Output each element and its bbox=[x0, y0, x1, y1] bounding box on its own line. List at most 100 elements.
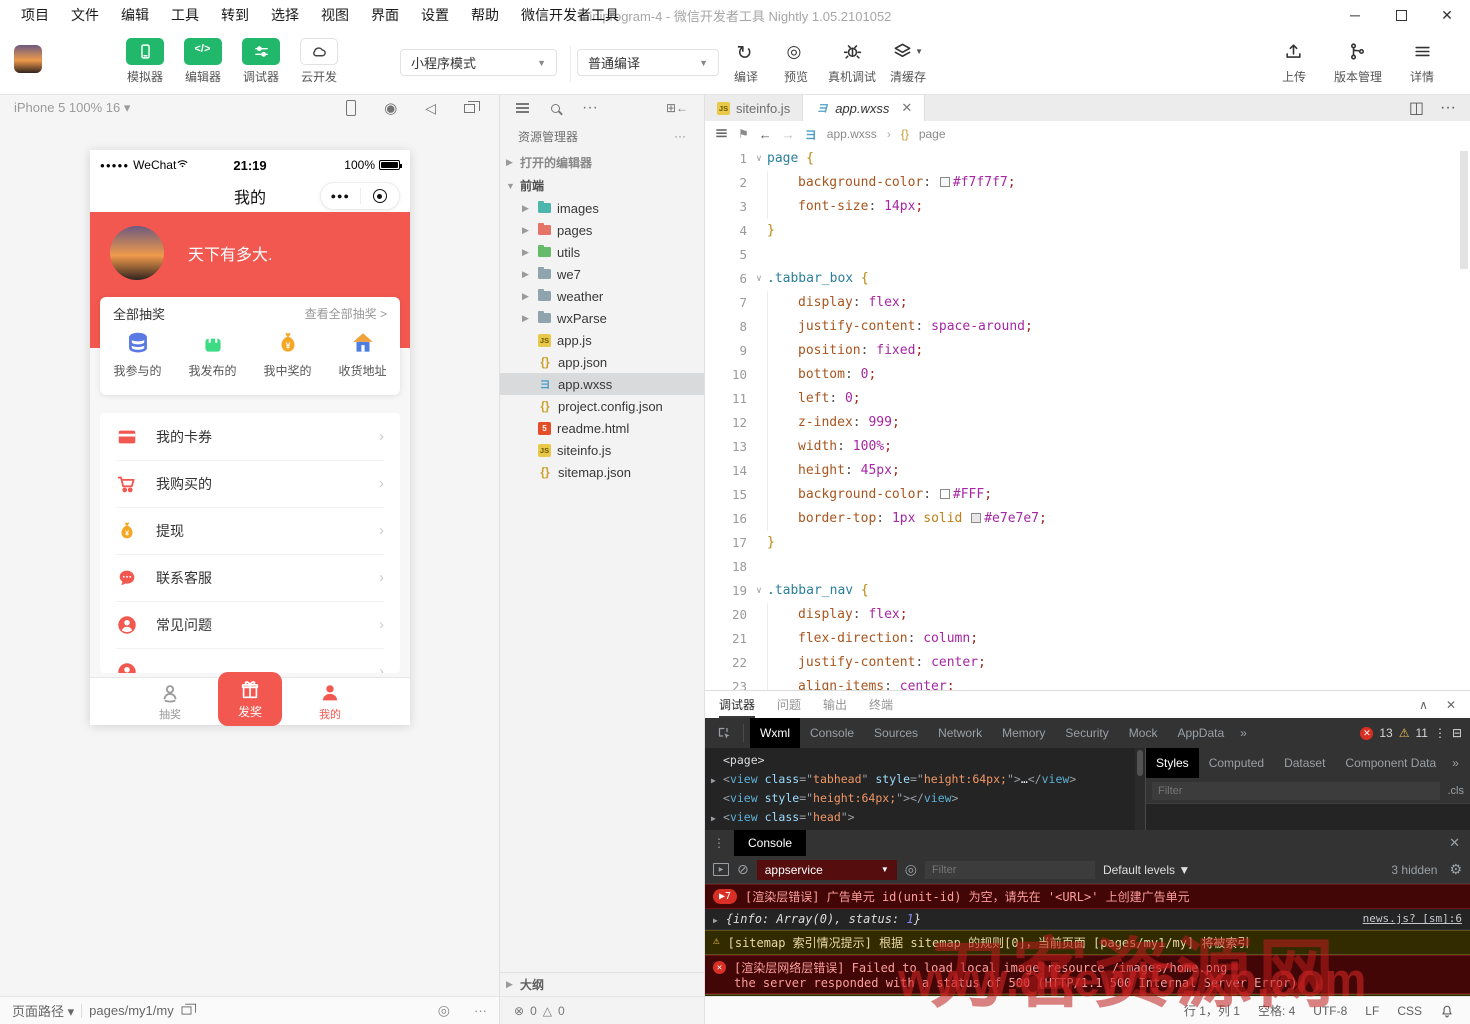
toolbar-action-编译[interactable]: ↻编译 bbox=[724, 38, 768, 85]
menu-5[interactable]: 选择 bbox=[262, 3, 308, 27]
menu-item-常见问题[interactable]: 常见问题› bbox=[100, 601, 400, 648]
project-root-section[interactable]: ▼ 前端 bbox=[500, 174, 704, 197]
avatar[interactable] bbox=[110, 226, 164, 280]
multi-window-icon[interactable] bbox=[464, 104, 475, 113]
file-readme.html[interactable]: 5readme.html bbox=[500, 417, 704, 439]
status-item[interactable]: 行 1，列 1 bbox=[1184, 1002, 1240, 1019]
live-expression-icon[interactable]: ◎ bbox=[905, 861, 917, 878]
cls-toggle[interactable]: .cls bbox=[1448, 785, 1465, 797]
file-app.js[interactable]: JSapp.js bbox=[500, 329, 704, 351]
status-item[interactable]: 空格: 4 bbox=[1258, 1002, 1295, 1019]
menu-4[interactable]: 转到 bbox=[212, 3, 258, 27]
file-sitemap.json[interactable]: {}sitemap.json bbox=[500, 461, 704, 483]
log-levels-dropdown[interactable]: Default levels ▼ bbox=[1103, 863, 1190, 877]
bell-icon[interactable] bbox=[1440, 1004, 1454, 1018]
compile-dropdown[interactable]: 普通编译 ▼ bbox=[577, 49, 719, 76]
debugger-tab-输出[interactable]: 输出 bbox=[823, 691, 847, 718]
split-editor-icon[interactable]: ◫ bbox=[1409, 98, 1424, 118]
more-icon[interactable]: ··· bbox=[1440, 99, 1456, 117]
debugger-tab-终端[interactable]: 终端 bbox=[869, 691, 893, 718]
console-sidebar-icon[interactable]: ▶ bbox=[713, 863, 729, 876]
gear-icon[interactable]: ⚙ bbox=[1449, 861, 1462, 878]
dock-side-icon[interactable]: ⊟ bbox=[1452, 726, 1462, 740]
styles-tab-Computed[interactable]: Computed bbox=[1199, 748, 1274, 778]
styles-tab-Styles[interactable]: Styles bbox=[1146, 748, 1199, 778]
more-menu-icon[interactable]: ●●● bbox=[321, 191, 360, 201]
console-error[interactable]: ▶7[渲染层错误] 广告单元 id(unit-id) 为空，请先在 '<URL>… bbox=[705, 884, 1470, 909]
wxml-tree[interactable]: <page>▶<view class="tabhead" style="heig… bbox=[705, 748, 1135, 830]
source-link[interactable]: news.js? [sm]:6 bbox=[1363, 912, 1462, 925]
close-button[interactable]: ✕ bbox=[1424, 0, 1470, 30]
file-pages[interactable]: ▶pages bbox=[500, 219, 704, 241]
toolbar-action-清缓存[interactable]: ▼清缓存 bbox=[886, 38, 930, 85]
devtools-tab-Security[interactable]: Security bbox=[1055, 718, 1118, 748]
devtools-tab-AppData[interactable]: AppData bbox=[1167, 718, 1234, 748]
kebab-icon[interactable]: ⋮ bbox=[1434, 726, 1446, 740]
toolbar-button-编辑器[interactable]: </>编辑器 bbox=[180, 38, 226, 85]
context-selector[interactable]: appservice▼ bbox=[757, 860, 897, 880]
styles-tab-Component Data[interactable]: Component Data bbox=[1335, 748, 1446, 778]
menu-item-提现[interactable]: ¥提现› bbox=[100, 507, 400, 554]
search-icon[interactable] bbox=[551, 104, 560, 113]
more-tabs-icon[interactable]: » bbox=[1234, 726, 1253, 740]
forward-icon[interactable]: → bbox=[782, 127, 795, 142]
menu-item-我购买的[interactable]: 我购买的› bbox=[100, 460, 400, 507]
menu-10[interactable]: 微信开发者工具 bbox=[512, 3, 628, 27]
maximize-button[interactable] bbox=[1378, 0, 1424, 30]
collapse-icon[interactable]: ∧ bbox=[1419, 698, 1428, 712]
code-editor[interactable]: 1∨page {2background-color: #f7f7f7;3font… bbox=[705, 147, 1470, 690]
toolbar-button-云开发[interactable]: 云开发 bbox=[296, 38, 342, 85]
status-item[interactable]: UTF-8 bbox=[1313, 1004, 1347, 1018]
more-icon[interactable]: ··· bbox=[674, 129, 686, 143]
devtools-tab-Mock[interactable]: Mock bbox=[1119, 718, 1168, 748]
exit-miniprogram-icon[interactable] bbox=[361, 189, 400, 203]
menu-2[interactable]: 编辑 bbox=[112, 3, 158, 27]
wxml-node-0[interactable]: <page> bbox=[711, 751, 1135, 770]
file-we7[interactable]: ▶we7 bbox=[500, 263, 704, 285]
outline-icon[interactable] bbox=[716, 129, 726, 131]
more-tabs-icon[interactable]: » bbox=[1446, 756, 1465, 770]
console-log[interactable]: ▶{info: Array(0), status: 1}news.js? [sm… bbox=[705, 909, 1470, 930]
styles-filter-input[interactable] bbox=[1152, 782, 1440, 800]
tab-发奖[interactable]: 发奖 bbox=[218, 672, 282, 726]
mute-icon[interactable]: ◁ bbox=[425, 100, 436, 117]
outline-section[interactable]: ▶ 大纲 bbox=[500, 972, 704, 996]
menu-item-partial[interactable]: › bbox=[100, 648, 400, 673]
toolbar-action-上传[interactable]: 上传 bbox=[1272, 38, 1316, 85]
user-avatar[interactable] bbox=[14, 45, 42, 73]
lottery-item-我发布的[interactable]: 我发布的 bbox=[175, 329, 250, 379]
kebab-icon[interactable]: ⋮ bbox=[705, 836, 734, 850]
device-selector[interactable]: iPhone 5 100% 16 ▾ bbox=[14, 100, 130, 116]
menu-9[interactable]: 帮助 bbox=[462, 3, 508, 27]
devtools-tab-Memory[interactable]: Memory bbox=[992, 718, 1055, 748]
status-item[interactable]: CSS bbox=[1397, 1004, 1422, 1018]
minimize-button[interactable]: ─ bbox=[1332, 0, 1378, 30]
status-item[interactable]: LF bbox=[1365, 1004, 1379, 1018]
file-utils[interactable]: ▶utils bbox=[500, 241, 704, 263]
copy-icon[interactable] bbox=[181, 1006, 191, 1014]
breadcrumb-symbol[interactable]: page bbox=[919, 127, 946, 141]
close-icon[interactable]: ✕ bbox=[1449, 835, 1470, 851]
file-app.wxss[interactable]: ヨapp.wxss bbox=[500, 373, 704, 395]
toolbar-action-详情[interactable]: 详情 bbox=[1400, 38, 1444, 85]
file-wxParse[interactable]: ▶wxParse bbox=[500, 307, 704, 329]
problems-status[interactable]: ⊗ 0 △ 0 bbox=[500, 996, 704, 1024]
lottery-item-我参与的[interactable]: 我参与的 bbox=[100, 329, 175, 379]
collapse-sidebar-icon[interactable]: ⊞← bbox=[666, 101, 688, 115]
more-icon[interactable]: ··· bbox=[474, 1003, 487, 1018]
close-icon[interactable]: ✕ bbox=[1446, 698, 1456, 712]
open-editors-section[interactable]: ▶ 打开的编辑器 bbox=[500, 151, 704, 174]
toolbar-button-模拟器[interactable]: 模拟器 bbox=[122, 38, 168, 85]
devtools-tab-Wxml[interactable]: Wxml bbox=[750, 718, 800, 748]
wxml-node-2[interactable]: <view style="height:64px;"></view> bbox=[711, 789, 1135, 808]
page-path-label[interactable]: 页面路径 ▾ bbox=[12, 1001, 74, 1020]
close-icon[interactable]: ✕ bbox=[901, 100, 912, 116]
debugger-tab-调试器[interactable]: 调试器 bbox=[719, 691, 755, 718]
file-app.json[interactable]: {}app.json bbox=[500, 351, 704, 373]
menu-0[interactable]: 项目 bbox=[12, 3, 58, 27]
bookmark-icon[interactable]: ⚑ bbox=[738, 127, 749, 141]
lottery-item-我中奖的[interactable]: ¥我中奖的 bbox=[250, 329, 325, 379]
menu-1[interactable]: 文件 bbox=[62, 3, 108, 27]
file-weather[interactable]: ▶weather bbox=[500, 285, 704, 307]
debugger-tab-问题[interactable]: 问题 bbox=[777, 691, 801, 718]
